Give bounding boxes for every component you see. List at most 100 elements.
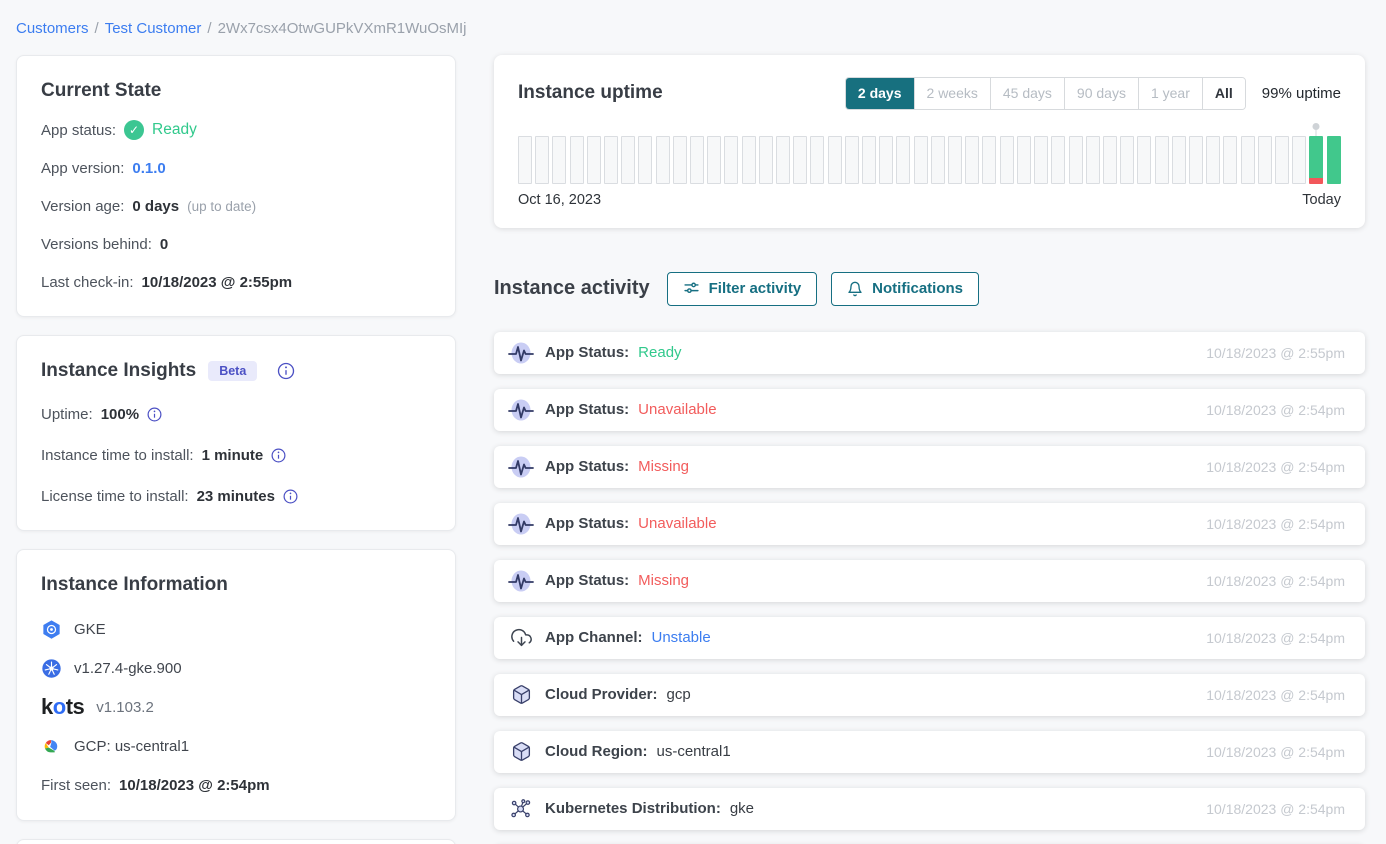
activity-label: Cloud Region: xyxy=(545,743,647,760)
uptime-bar[interactable] xyxy=(914,136,928,184)
current-state-card: Current State App status: ✓ Ready App ve… xyxy=(16,55,456,317)
instance-time-row: Instance time to install: 1 minute xyxy=(41,445,431,465)
range-button-1-year[interactable]: 1 year xyxy=(1139,78,1203,109)
license-time-value: 23 minutes xyxy=(197,488,275,505)
uptime-bar[interactable] xyxy=(1034,136,1048,184)
range-button-90-days[interactable]: 90 days xyxy=(1065,78,1139,109)
uptime-bar[interactable] xyxy=(656,136,670,184)
uptime-bar[interactable] xyxy=(793,136,807,184)
activity-label: App Status: xyxy=(545,344,629,361)
uptime-bar[interactable] xyxy=(1206,136,1220,184)
info-icon[interactable] xyxy=(276,361,296,381)
uptime-bar[interactable] xyxy=(1086,136,1100,184)
uptime-bar[interactable] xyxy=(982,136,996,184)
breadcrumb-customers-link[interactable]: Customers xyxy=(16,20,89,37)
uptime-bar[interactable] xyxy=(1155,136,1169,184)
uptime-bar[interactable] xyxy=(1223,136,1237,184)
uptime-bar[interactable] xyxy=(845,136,859,184)
uptime-bar[interactable] xyxy=(810,136,824,184)
cluster-icon xyxy=(508,796,534,822)
uptime-bar[interactable] xyxy=(948,136,962,184)
uptime-bar[interactable] xyxy=(1189,136,1203,184)
breadcrumb-customer-link[interactable]: Test Customer xyxy=(105,20,202,37)
uptime-label: Uptime: xyxy=(41,406,93,423)
filter-activity-button[interactable]: Filter activity xyxy=(667,272,818,306)
activity-row[interactable]: App Status: Unavailable 10/18/2023 @ 2:5… xyxy=(494,389,1365,431)
kots-version-row: kots v1.103.2 xyxy=(41,696,431,718)
activity-row[interactable]: Cloud Provider: gcp 10/18/2023 @ 2:54pm xyxy=(494,674,1365,716)
uptime-bar[interactable] xyxy=(552,136,566,184)
uptime-bar[interactable] xyxy=(1051,136,1065,184)
range-button-2-days[interactable]: 2 days xyxy=(846,78,915,109)
uptime-bar[interactable] xyxy=(742,136,756,184)
uptime-bar[interactable] xyxy=(621,136,635,184)
uptime-bar[interactable] xyxy=(604,136,618,184)
app-version-label: App version: xyxy=(41,160,124,177)
activity-timestamp: 10/18/2023 @ 2:54pm xyxy=(1206,801,1345,817)
range-button-45-days[interactable]: 45 days xyxy=(991,78,1065,109)
instance-uptime-title: Instance uptime xyxy=(518,82,845,104)
uptime-bar[interactable] xyxy=(1241,136,1255,184)
activity-row[interactable]: Kubernetes Distribution: gke 10/18/2023 … xyxy=(494,788,1365,830)
first-seen-label: First seen: xyxy=(41,777,111,794)
uptime-bar[interactable] xyxy=(931,136,945,184)
uptime-bar[interactable] xyxy=(724,136,738,184)
uptime-bar[interactable] xyxy=(1172,136,1186,184)
activity-value: Missing xyxy=(638,572,689,589)
activity-row[interactable]: App Status: Missing 10/18/2023 @ 2:54pm xyxy=(494,446,1365,488)
versions-behind-row: Versions behind: 0 xyxy=(41,234,431,254)
info-icon[interactable] xyxy=(282,488,299,505)
pulse-icon xyxy=(508,568,534,594)
uptime-bar[interactable] xyxy=(1292,136,1306,184)
uptime-bar[interactable] xyxy=(879,136,893,184)
app-status-row: App status: ✓ Ready xyxy=(41,120,431,140)
activity-row[interactable]: App Status: Missing 10/18/2023 @ 2:54pm xyxy=(494,560,1365,602)
activity-row[interactable]: App Status: Unavailable 10/18/2023 @ 2:5… xyxy=(494,503,1365,545)
activity-row[interactable]: Cloud Region: us-central1 10/18/2023 @ 2… xyxy=(494,731,1365,773)
uptime-bar[interactable] xyxy=(896,136,910,184)
uptime-bar[interactable] xyxy=(1000,136,1014,184)
uptime-bar[interactable] xyxy=(1258,136,1272,184)
uptime-bar[interactable] xyxy=(1069,136,1083,184)
uptime-bar[interactable] xyxy=(638,136,652,184)
uptime-bar[interactable] xyxy=(518,136,532,184)
uptime-bar[interactable] xyxy=(1309,136,1323,184)
range-button-all[interactable]: All xyxy=(1203,78,1245,109)
uptime-bar[interactable] xyxy=(1120,136,1134,184)
notifications-button[interactable]: Notifications xyxy=(831,272,979,306)
info-icon[interactable] xyxy=(146,406,163,423)
uptime-bar[interactable] xyxy=(1017,136,1031,184)
uptime-bar[interactable] xyxy=(535,136,549,184)
uptime-bar[interactable] xyxy=(1275,136,1289,184)
uptime-bar[interactable] xyxy=(570,136,584,184)
uptime-bar[interactable] xyxy=(587,136,601,184)
uptime-bar[interactable] xyxy=(1103,136,1117,184)
last-checkin-row: Last check-in: 10/18/2023 @ 2:55pm xyxy=(41,272,431,292)
check-circle-icon: ✓ xyxy=(124,120,144,140)
activity-row[interactable]: App Channel: Unstable 10/18/2023 @ 2:54p… xyxy=(494,617,1365,659)
uptime-bar[interactable] xyxy=(759,136,773,184)
uptime-bar[interactable] xyxy=(690,136,704,184)
app-version-row: App version: 0.1.0 xyxy=(41,158,431,178)
instance-uptime-card: Instance uptime 2 days 2 weeks 45 days 9… xyxy=(494,55,1365,228)
uptime-bar[interactable] xyxy=(1137,136,1151,184)
package-icon xyxy=(508,682,534,708)
activity-value: gcp xyxy=(667,686,691,703)
uptime-bar[interactable] xyxy=(673,136,687,184)
range-button-2-weeks[interactable]: 2 weeks xyxy=(915,78,991,109)
activity-timestamp: 10/18/2023 @ 2:54pm xyxy=(1206,402,1345,418)
uptime-bar[interactable] xyxy=(776,136,790,184)
version-age-label: Version age: xyxy=(41,198,124,215)
info-icon[interactable] xyxy=(270,447,287,464)
app-version-link[interactable]: 0.1.0 xyxy=(132,160,165,177)
chart-start-label: Oct 16, 2023 xyxy=(518,192,601,208)
uptime-bar[interactable] xyxy=(828,136,842,184)
activity-label: App Status: xyxy=(545,572,629,589)
versions-behind-value: 0 xyxy=(160,236,168,253)
uptime-bar[interactable] xyxy=(1327,136,1341,184)
uptime-bar[interactable] xyxy=(707,136,721,184)
activity-row[interactable]: App Status: Ready 10/18/2023 @ 2:55pm xyxy=(494,332,1365,374)
activity-header: Instance activity Filter activity Notifi… xyxy=(494,272,1365,306)
uptime-bar[interactable] xyxy=(862,136,876,184)
uptime-bar[interactable] xyxy=(965,136,979,184)
